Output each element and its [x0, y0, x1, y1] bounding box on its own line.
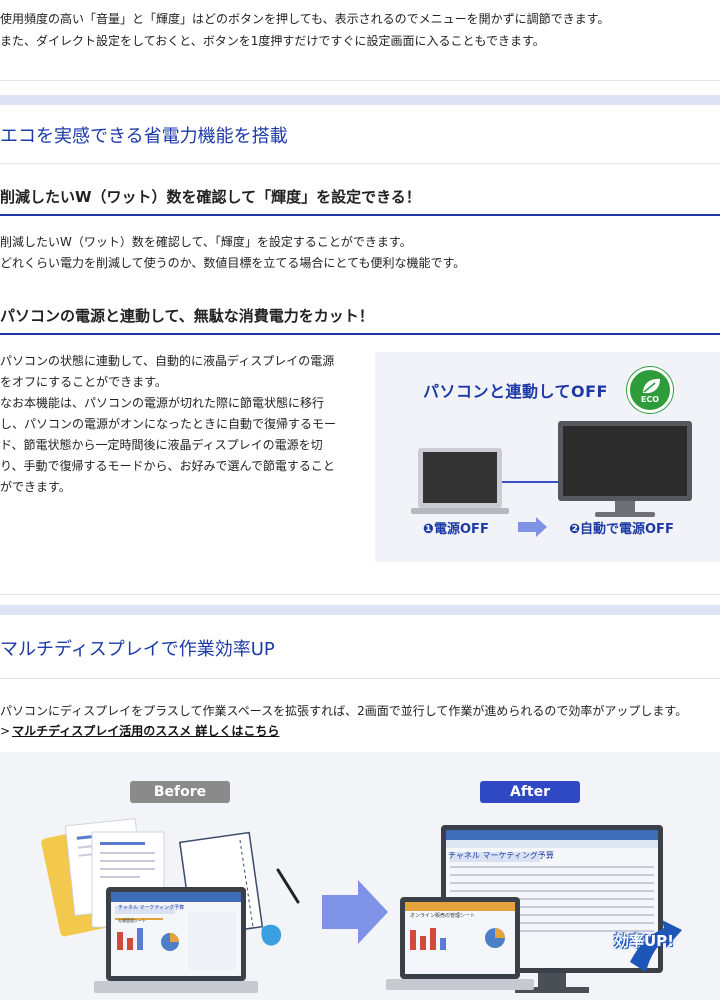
- before-sheet-title: 分類管理シート: [118, 918, 146, 923]
- subheading-underline: [0, 214, 720, 216]
- power-link-illustration: パソコンと連動してOFF ECO ❶電源OFF ❷自動で電源OFF: [375, 352, 720, 562]
- right-arrow-icon: [518, 517, 547, 537]
- before-laptop: [94, 887, 258, 993]
- power-link-line: り、手動で復帰するモードから、お好みで選んで節電すること: [0, 459, 335, 473]
- after-screen-title: チャネル マーケティング予算: [448, 851, 554, 860]
- before-after-diagram: [41, 818, 682, 993]
- link-text[interactable]: マルチディスプレイ活用のススメ 詳しくはこちら: [12, 724, 279, 738]
- splash-icon: [261, 924, 282, 946]
- laptop-screen: [423, 452, 497, 503]
- monitor-stand: [595, 512, 655, 517]
- divider: [0, 594, 720, 595]
- subheading-underline: [0, 333, 720, 335]
- power-link-line: し、パソコンの電源がオンになったときに自動で復帰するモー: [0, 417, 337, 431]
- power-link-line: パソコンの状態に連動して、自動的に液晶ディスプレイの電源: [0, 354, 335, 368]
- monitor-neck: [615, 501, 635, 513]
- after-laptop: [386, 897, 534, 990]
- multi-paragraph: パソコンにディスプレイをプラスして作業スペースを拡張すれば、2画面で並行して作業…: [0, 704, 688, 718]
- power-link-line: ド、節電状態から一定時間後に液晶ディスプレイの電源を切: [0, 438, 323, 452]
- brightness-paragraph: 削減したいW（ワット）数を確認して、「輝度」を設定することができます。 どれくら…: [0, 232, 465, 274]
- brightness-line-1: 削減したいW（ワット）数を確認して、「輝度」を設定することができます。: [0, 235, 412, 249]
- power-link-line: ができます。: [0, 480, 71, 494]
- eco-section-heading: エコを実感できる省電力機能を搭載: [0, 126, 288, 147]
- monitor-screen: [563, 426, 687, 496]
- intro-text: 使用頻度の高い「音量」と「輝度」はどのボタンを押しても、表示されるのでメニューを…: [0, 8, 720, 52]
- power-link-subheading: パソコンの電源と連動して、無駄な消費電力をカット！: [0, 307, 374, 325]
- section-band: [0, 605, 720, 615]
- laptop-base: [411, 508, 509, 514]
- multi-display-link[interactable]: > マルチディスプレイ活用のススメ 詳しくはこちら: [0, 722, 279, 739]
- power-link-paragraph: パソコンの状態に連動して、自動的に液晶ディスプレイの電源 をオフにすることができ…: [0, 351, 360, 498]
- power-link-line: なお本機能は、パソコンの電源が切れた際に節電状態に移行: [0, 396, 325, 410]
- before-screen-title: チャネル マーケティング予算: [118, 905, 185, 911]
- right-arrow-icon: [322, 880, 388, 944]
- after-sheet-title: オンライン販売の管理シート: [410, 913, 476, 919]
- pen-icon: [276, 868, 300, 904]
- divider: [0, 80, 720, 81]
- section-band: [0, 95, 720, 105]
- multi-section-heading: マルチディスプレイで作業効率UP: [0, 639, 275, 660]
- divider: [0, 678, 720, 679]
- step-1-label: ❶電源OFF: [423, 522, 489, 537]
- efficiency-up-badge: 効率UP!: [614, 932, 675, 950]
- multi-display-illustration: Before After チャネル マーケティング予算 チャネル マーケティング…: [0, 752, 720, 1000]
- power-link-line: をオフにすることができます。: [0, 375, 167, 389]
- brightness-line-2: どれくらい電力を削減して使うのか、数値目標を立てる場合にとても便利な機能です。: [0, 256, 466, 270]
- divider: [0, 163, 720, 164]
- brightness-subheading: 削減したいW（ワット）数を確認して「輝度」を設定できる！: [0, 188, 421, 206]
- step-2-label: ❷自動で電源OFF: [569, 522, 674, 537]
- intro-line-2: また、ダイレクト設定をしておくと、ボタンを1度押すだけですぐに設定画面に入ること…: [0, 34, 545, 48]
- link-arrow-icon: >: [0, 724, 11, 738]
- intro-line-1: 使用頻度の高い「音量」と「輝度」はどのボタンを押しても、表示されるのでメニューを…: [0, 12, 610, 26]
